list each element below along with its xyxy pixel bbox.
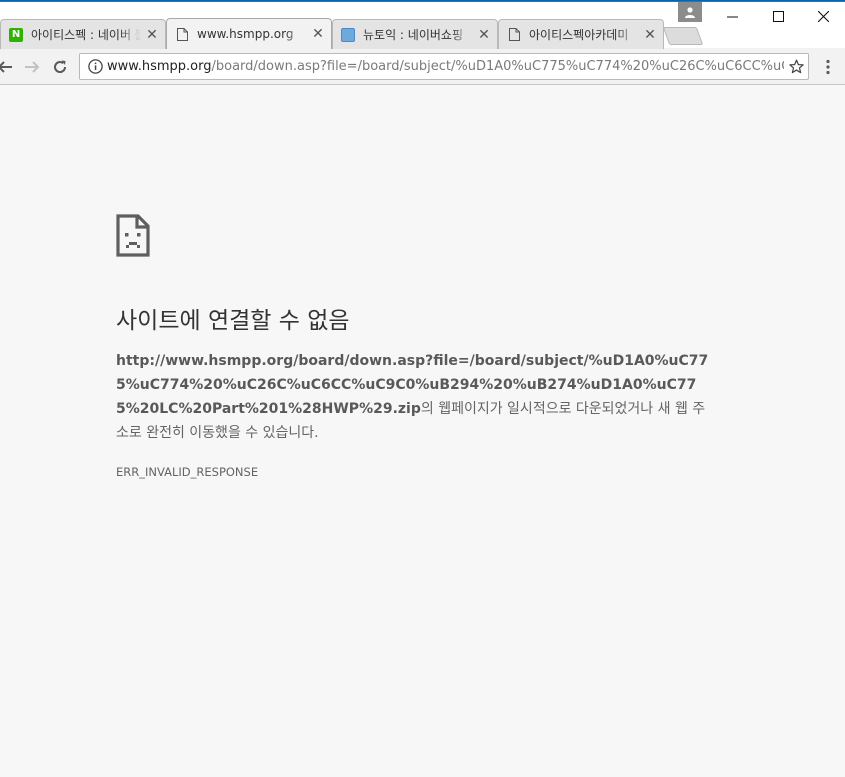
tab-title: 뉴토익 : 네이버쇼핑 [363, 28, 463, 42]
back-button[interactable] [0, 56, 16, 78]
error-code: ERR_INVALID_RESPONSE [116, 465, 259, 479]
reload-button[interactable] [49, 56, 71, 78]
forward-button[interactable] [21, 56, 43, 78]
url-text[interactable]: www.hsmpp.org/board/down.asp?file=/board… [105, 59, 784, 74]
arrow-left-icon [0, 61, 12, 73]
profile-button[interactable] [678, 2, 702, 22]
tab-title: 아이티스펙아카데미 [529, 28, 629, 42]
naver-icon: N [9, 27, 23, 42]
tab-title: www.hsmpp.org [197, 27, 294, 41]
error-page: 사이트에 연결할 수 없음 http://www.hsmpp.org/board… [0, 85, 845, 777]
url-host: www.hsmpp.org [107, 59, 212, 74]
close-icon[interactable]: ✕ [311, 26, 325, 42]
close-icon[interactable]: ✕ [145, 27, 159, 43]
tab-itspec-academy[interactable]: 아이티스펙아카데미 ✕ [498, 19, 664, 49]
maximize-icon [772, 10, 784, 22]
minimize-icon [726, 16, 738, 17]
page-icon [507, 28, 521, 42]
user-icon [685, 7, 695, 18]
close-icon[interactable]: ✕ [643, 27, 657, 43]
arrow-right-icon [25, 61, 40, 73]
tab-strip: N 아이티스펙 : 네이버 블로그 ✕ www.hsmpp.org ✕ 뉴토익 … [0, 0, 845, 49]
close-icon[interactable]: ✕ [477, 27, 491, 43]
window-close-button[interactable] [800, 2, 845, 30]
bookmark-star-icon[interactable] [784, 59, 808, 74]
new-tab-button[interactable] [662, 27, 704, 45]
page-icon [175, 27, 189, 41]
url-path: /board/down.asp?file=/board/subject/%uD1… [211, 59, 784, 74]
tab-newtoeic-shopping[interactable]: 뉴토익 : 네이버쇼핑 ✕ [332, 19, 498, 49]
sad-page-icon [116, 214, 150, 257]
error-message: http://www.hsmpp.org/board/down.asp?file… [116, 349, 716, 445]
address-bar[interactable]: www.hsmpp.org/board/down.asp?file=/board… [79, 53, 809, 80]
reload-icon [54, 60, 67, 73]
minimize-button[interactable] [709, 2, 755, 30]
menu-button[interactable] [818, 56, 838, 78]
error-heading: 사이트에 연결할 수 없음 [116, 308, 350, 334]
tab-naver-blog[interactable]: N 아이티스펙 : 네이버 블로그 ✕ [0, 19, 166, 49]
newsrock-icon [341, 27, 355, 42]
toolbar: www.hsmpp.org/board/down.asp?file=/board… [0, 48, 845, 85]
tab-title: 아이티스펙 : 네이버 블로그 [31, 28, 141, 42]
more-vert-icon [826, 59, 830, 75]
info-icon[interactable] [85, 59, 105, 74]
maximize-button[interactable] [755, 2, 801, 30]
close-icon [817, 10, 829, 22]
tab-hsmpp[interactable]: www.hsmpp.org ✕ [166, 18, 332, 49]
browser-window: N 아이티스펙 : 네이버 블로그 ✕ www.hsmpp.org ✕ 뉴토익 … [0, 0, 845, 777]
